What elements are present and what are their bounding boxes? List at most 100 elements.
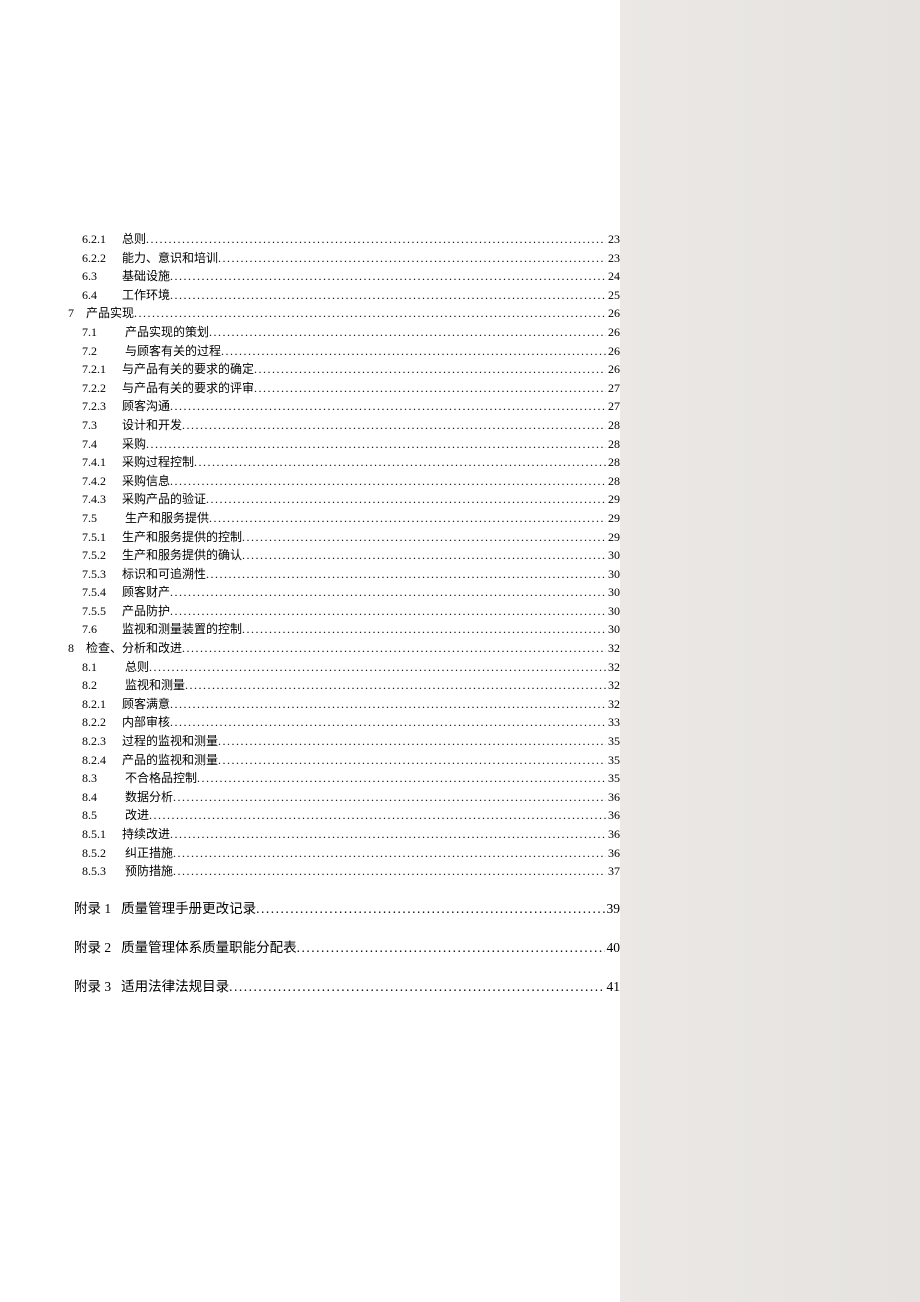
toc-entry: 7.5.2生产和服务提供的确认 30: [68, 546, 620, 565]
toc-entry-number: 8: [68, 639, 86, 658]
toc-entry-page: 30: [606, 546, 620, 565]
toc-entry-label: 7.5.1生产和服务提供的控制: [82, 528, 242, 547]
toc-entry-label: 7.1 产品实现的策划: [82, 323, 209, 342]
toc-entry-label: 7产品实现: [68, 304, 134, 323]
toc-entry-number: 7.5: [82, 509, 122, 528]
toc-entry-title: 顾客沟通: [122, 399, 170, 413]
toc-entry: 7产品实现26: [68, 304, 620, 323]
appendix-entry-title: 适用法律法规目录: [121, 979, 229, 994]
toc-entry-number: 6.4: [82, 286, 122, 305]
toc-entry-page: 35: [606, 751, 620, 770]
toc-entry-title: 顾客满意: [122, 697, 170, 711]
toc-entry-title: 采购信息: [122, 474, 170, 488]
toc-entry-label: 7.4.2采购信息: [82, 472, 170, 491]
toc-entry-number: 7.2: [82, 342, 122, 361]
toc-leader-dots: [146, 230, 606, 249]
toc-entry-page: 30: [606, 583, 620, 602]
toc-entry-page: 27: [606, 379, 620, 398]
appendix-list: 附录 1质量管理手册更改记录39附录 2质量管理体系质量职能分配表40附录 3适…: [68, 899, 620, 998]
toc-entry-page: 32: [606, 676, 620, 695]
toc-entry-label: 7.2.3顾客沟通: [82, 397, 170, 416]
toc-entry-title: 监视和测量装置的控制: [122, 622, 242, 636]
toc-entry-page: 36: [606, 844, 620, 863]
toc-entry: 7.2 与顾客有关的过程26: [68, 342, 620, 361]
toc-entry-title: 预防措施: [122, 864, 173, 878]
toc-entry-number: 8.2.3: [82, 732, 122, 751]
toc-leader-dots: [182, 639, 606, 658]
toc-entry-number: 7.2.1: [82, 360, 122, 379]
appendix-entry-label: 附录 3适用法律法规目录: [74, 977, 229, 998]
toc-entry-number: 7.6: [82, 620, 122, 639]
toc-leader-dots: [197, 769, 606, 788]
toc-entry-title: 生产和服务提供的确认: [122, 548, 242, 562]
toc-leader-dots: [170, 472, 606, 491]
toc-entry-page: 28: [606, 453, 620, 472]
toc-entry: 7.3设计和开发28: [68, 416, 620, 435]
toc-entry-number: 8.2: [82, 676, 122, 695]
toc-leader-dots: [170, 825, 606, 844]
toc-entry-title: 纠正措施: [122, 846, 173, 860]
toc-entry-page: 23: [606, 230, 620, 249]
toc-leader-dots: [206, 490, 606, 509]
toc-entry-page: 23: [606, 249, 620, 268]
toc-entry-label: 6.3基础设施: [82, 267, 170, 286]
toc-leader-dots: [170, 602, 606, 621]
toc-leader-dots: [297, 938, 605, 959]
toc-entry: 8.2.3过程的监视和测量35: [68, 732, 620, 751]
toc-entry: 7.2.1与产品有关的要求的确定26: [68, 360, 620, 379]
toc-entry-title: 生产和服务提供: [122, 511, 209, 525]
toc-entry-number: 8.2.4: [82, 751, 122, 770]
toc-entry-page: 35: [606, 732, 620, 751]
toc-leader-dots: [218, 732, 606, 751]
toc-entry-page: 25: [606, 286, 620, 305]
toc-entry-page: 37: [606, 862, 620, 881]
toc-entry-number: 7.4: [82, 435, 122, 454]
toc-entry-title: 能力、意识和培训: [122, 251, 218, 265]
toc-entry-label: 7.5.2生产和服务提供的确认: [82, 546, 242, 565]
toc-entry-title: 改进: [122, 808, 149, 822]
toc-entry-label: 8.5.3 预防措施: [82, 862, 173, 881]
toc-entry-page: 36: [606, 825, 620, 844]
document-page: 6.2.1总则236.2.2能力、意识和培训236.3基础设施246.4工作环境…: [0, 0, 620, 1302]
appendix-entry-page: 41: [605, 977, 621, 998]
toc-leader-dots: [185, 676, 606, 695]
toc-entry-number: 8.3: [82, 769, 122, 788]
toc-entry-page: 29: [606, 509, 620, 528]
toc-entry-number: 7.5.4: [82, 583, 122, 602]
toc-entry-number: 8.5.1: [82, 825, 122, 844]
toc-leader-dots: [170, 267, 606, 286]
toc-entry-label: 8.5.2 纠正措施: [82, 844, 173, 863]
toc-entry-title: 产品实现的策划: [122, 325, 209, 339]
appendix-entry-title: 质量管理体系质量职能分配表: [121, 940, 297, 955]
toc-entry-label: 7.5.3标识和可追溯性: [82, 565, 206, 584]
toc-leader-dots: [209, 323, 606, 342]
toc-entry: 8.2.2内部审核33: [68, 713, 620, 732]
appendix-entry-page: 40: [605, 938, 621, 959]
toc-entry-page: 30: [606, 602, 620, 621]
toc-leader-dots: [170, 286, 606, 305]
toc-leader-dots: [209, 509, 606, 528]
toc-entry-title: 生产和服务提供的控制: [122, 530, 242, 544]
toc-entry-label: 8.1 总则: [82, 658, 149, 677]
toc-leader-dots: [221, 342, 606, 361]
toc-entry: 7.4.2采购信息28: [68, 472, 620, 491]
toc-entry-number: 7.4.2: [82, 472, 122, 491]
toc-entry: 8.2 监视和测量 32: [68, 676, 620, 695]
toc-leader-dots: [134, 304, 606, 323]
toc-entry-title: 与产品有关的要求的确定: [122, 362, 254, 376]
toc-entry-title: 采购产品的验证: [122, 492, 206, 506]
toc-leader-dots: [218, 751, 606, 770]
toc-entry-title: 与顾客有关的过程: [122, 344, 221, 358]
toc-leader-dots: [242, 546, 606, 565]
toc-entry-number: 7.2.3: [82, 397, 122, 416]
toc-entry-title: 顾客财产: [122, 585, 170, 599]
toc-entry-title: 采购: [122, 437, 146, 451]
toc-entry-page: 33: [606, 713, 620, 732]
toc-entry-label: 8.5.1持续改进: [82, 825, 170, 844]
toc-entry-label: 8.2 监视和测量: [82, 676, 185, 695]
toc-entry-number: 7.1: [82, 323, 122, 342]
toc-leader-dots: [170, 397, 606, 416]
toc-entry-label: 7.5.4顾客财产: [82, 583, 170, 602]
table-of-contents: 6.2.1总则236.2.2能力、意识和培训236.3基础设施246.4工作环境…: [68, 230, 620, 881]
toc-entry: 8.5 改进36: [68, 806, 620, 825]
